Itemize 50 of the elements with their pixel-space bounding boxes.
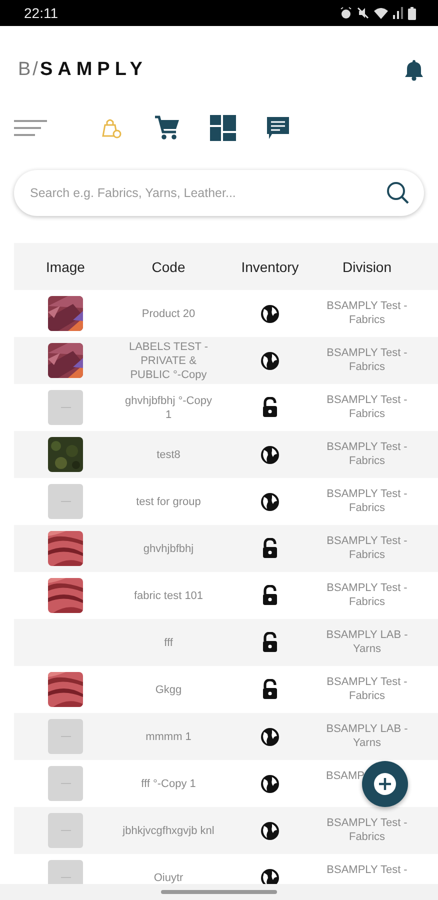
- table-cell-text: BSAMPLY Test - Fabrics: [326, 346, 408, 374]
- table-cell-text: ghvhjbfbhj: [142, 542, 195, 556]
- image-placeholder: [48, 813, 83, 848]
- column-header: Code: [150, 258, 186, 274]
- table-cell-text: test8: [156, 448, 182, 462]
- table-cell-text: Product 20: [140, 306, 196, 320]
- table-cell-text: BSAMPLY Test - Fabrics: [326, 440, 408, 468]
- chat-icon[interactable]: [266, 116, 290, 140]
- table-cell-text: BSAMPLY LAB - Yarns: [325, 628, 409, 656]
- image-placeholder: [48, 390, 83, 425]
- table-cell-text: BSAMPLY Test - Fabrics: [326, 299, 408, 327]
- column-header: Image: [45, 258, 86, 274]
- table-cell-text: test for group: [135, 494, 202, 508]
- image-placeholder: [48, 766, 83, 801]
- mute-icon: [357, 7, 369, 19]
- table-cell-text: BSAMP: [325, 769, 366, 783]
- alarm-icon: [340, 7, 352, 19]
- table-cell-text: mmmm 1: [144, 730, 192, 744]
- battery-icon: [408, 6, 416, 20]
- table-cell-text: fabric test 101: [132, 588, 204, 602]
- column-header: Inventory: [240, 258, 300, 274]
- table-cell-text: Oiuytr: [152, 870, 184, 884]
- table-cell-text: fff °-Copy 1: [140, 776, 197, 790]
- app-logo: B/SAMPLY: [18, 59, 148, 81]
- status-time: 22:11: [24, 5, 58, 21]
- table-cell-text: Gkgg: [154, 682, 183, 696]
- plus-icon: [373, 772, 397, 796]
- wifi-icon: [374, 7, 388, 19]
- table-cell-text: BSAMPLY Test - Fabrics: [326, 816, 408, 844]
- column-header: Division: [341, 258, 392, 274]
- table-cell-text: BSAMPLY Test - Fabrics: [326, 534, 408, 562]
- search-icon[interactable]: [386, 181, 410, 205]
- table-cell-text: ghvhjbfbhj °-Copy 1: [124, 394, 213, 422]
- menu-icon[interactable]: [14, 120, 48, 136]
- table-cell-text: BSAMPLY LAB - Yarns: [325, 722, 409, 750]
- image-placeholder: [48, 484, 83, 519]
- table-cell-text: BSAMPLY Test - Fabrics: [326, 581, 408, 609]
- table-cell-text: fff: [163, 636, 174, 650]
- table-cell-text: BSAMPLY Test - Fabrics: [326, 675, 408, 703]
- notification-bell-icon[interactable]: [404, 59, 424, 81]
- image-placeholder: [48, 719, 83, 754]
- table-cell-text: LABELS TEST - PRIVATE & PUBLIC °-Copy: [128, 340, 210, 382]
- table-cell-text: jbhkjvcgfhxgvjb knl: [121, 824, 216, 838]
- table-cell-text: BSAMPLY Test -: [326, 863, 408, 877]
- table-cell-text: BSAMPLY Test - Fabrics: [326, 487, 408, 515]
- table-cell-text: BSAMPLY Test - Fabrics: [326, 393, 408, 421]
- search-field[interactable]: Search e.g. Fabrics, Yarns, Leather...: [30, 186, 386, 200]
- signal-icon: [393, 7, 403, 19]
- shopping-cart-icon[interactable]: [154, 115, 180, 141]
- dashboard-icon[interactable]: [210, 115, 236, 141]
